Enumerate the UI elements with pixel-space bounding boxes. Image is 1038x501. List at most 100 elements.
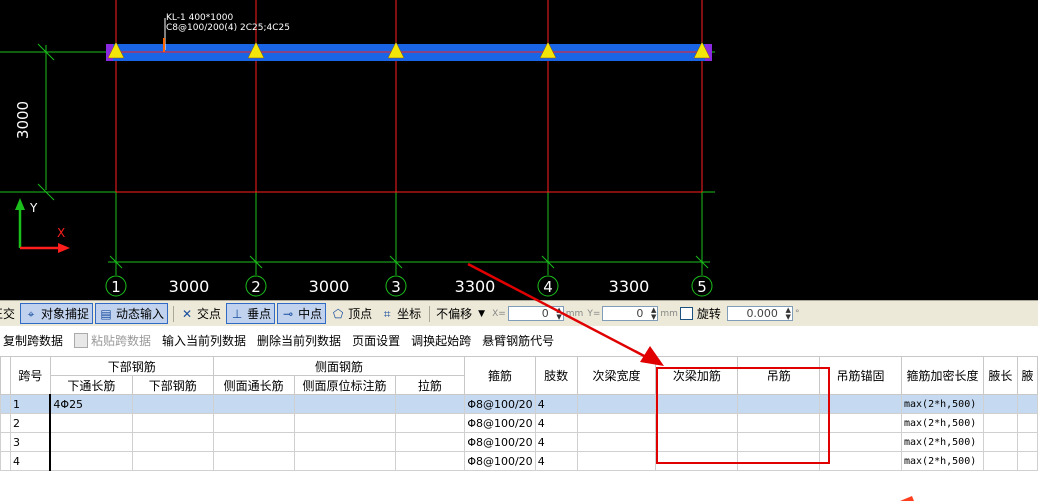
cell-hanger-anchor[interactable] bbox=[819, 432, 902, 452]
cell-extra[interactable] bbox=[1016, 413, 1038, 433]
table-row[interactable]: 3 Φ8@100/20 4 max(2*h,500) bbox=[0, 432, 1038, 452]
x-offset-field[interactable]: 0 ▲ ▼ bbox=[507, 306, 564, 321]
y-offset-field[interactable]: 0 ▲ ▼ bbox=[602, 306, 659, 321]
delete-column-button[interactable]: 删除当前列数据 bbox=[257, 332, 341, 349]
span-table: 跨号 下部钢筋 侧面钢筋 箍筋 肢数 次梁宽度 次梁加筋 吊筋 吊筋锚固 箍筋加… bbox=[0, 356, 1038, 471]
cell-hanger-anchor[interactable] bbox=[819, 451, 902, 471]
span-dim-2: 3000 bbox=[309, 277, 350, 296]
cell-stirrup[interactable]: Φ8@100/20 bbox=[464, 413, 536, 433]
cell-side-original[interactable] bbox=[293, 451, 396, 471]
span-input-grid: 跨号 下部钢筋 侧面钢筋 箍筋 肢数 次梁宽度 次梁加筋 吊筋 吊筋锚固 箍筋加… bbox=[0, 356, 1038, 501]
cell-side-through[interactable] bbox=[212, 394, 295, 414]
cell-sec-beam-width[interactable] bbox=[576, 432, 657, 452]
cell-side-through[interactable] bbox=[212, 413, 295, 433]
spinner-icon[interactable]: ▲ ▼ bbox=[556, 307, 561, 321]
axis-3: 3 bbox=[391, 278, 401, 296]
cell-tie-bar[interactable] bbox=[394, 432, 466, 452]
cell-span-no[interactable]: 3 bbox=[9, 432, 52, 452]
cell-hanger-anchor[interactable] bbox=[819, 413, 902, 433]
cell-haunch-len[interactable] bbox=[982, 413, 1018, 433]
rotate-label: 旋转 bbox=[696, 307, 721, 321]
rotate-checkbox[interactable] bbox=[679, 307, 693, 320]
cell-sec-beam-rebar[interactable] bbox=[655, 432, 739, 452]
cell-tie-bar[interactable] bbox=[394, 413, 466, 433]
cell-bottom-rebar[interactable] bbox=[131, 451, 214, 471]
cell-hanger-anchor[interactable] bbox=[819, 394, 902, 414]
copy-span-button[interactable]: 复制跨数据 bbox=[3, 332, 63, 349]
cell-haunch-len[interactable] bbox=[982, 451, 1018, 471]
cell-side-original[interactable] bbox=[293, 394, 396, 414]
ucs-icon: Y X bbox=[15, 198, 70, 253]
cell-span-no[interactable]: 1 bbox=[9, 394, 52, 414]
cell-dense-len[interactable]: max(2*h,500) bbox=[900, 451, 984, 471]
cell-extra[interactable] bbox=[1016, 432, 1038, 452]
cell-extra[interactable] bbox=[1016, 394, 1038, 414]
paste-span-button[interactable]: 粘贴跨数据 bbox=[74, 332, 151, 349]
cell-legs[interactable]: 4 bbox=[534, 394, 578, 414]
span-dim-1: 3000 bbox=[169, 277, 210, 296]
table-row[interactable]: 1 4Φ25 Φ8@100/20 4 max(2*h,500) bbox=[0, 394, 1038, 414]
cell-sec-beam-width[interactable] bbox=[576, 413, 657, 433]
table-row[interactable]: 2 Φ8@100/20 4 max(2*h,500) bbox=[0, 413, 1038, 433]
object-snap-toggle[interactable]: ⌖ 对象捕捉 bbox=[20, 303, 94, 324]
cell-stirrup[interactable]: Φ8@100/20 bbox=[464, 451, 536, 471]
cell-bottom-through[interactable] bbox=[49, 451, 133, 471]
cell-dense-len[interactable]: max(2*h,500) bbox=[900, 394, 984, 414]
paste-icon bbox=[74, 332, 89, 348]
coordinate-snap[interactable]: ⌗ 坐标 bbox=[377, 304, 424, 323]
cell-stirrup[interactable]: Φ8@100/20 bbox=[464, 432, 536, 452]
cell-dense-len[interactable]: max(2*h,500) bbox=[900, 413, 984, 433]
spinner-icon[interactable]: ▲ ▼ bbox=[786, 307, 791, 321]
cell-sec-beam-width[interactable] bbox=[576, 451, 657, 471]
header-sec-beam-width: 次梁宽度 bbox=[576, 356, 657, 395]
cell-haunch-len[interactable] bbox=[982, 394, 1018, 414]
cell-hanger[interactable] bbox=[737, 432, 821, 452]
midpoint-snap[interactable]: ⊸ 中点 bbox=[277, 303, 327, 324]
cell-dense-len[interactable]: max(2*h,500) bbox=[900, 432, 984, 452]
cell-span-no[interactable]: 4 bbox=[9, 451, 52, 471]
cell-side-through[interactable] bbox=[212, 451, 295, 471]
cell-stirrup[interactable]: Φ8@100/20 bbox=[464, 394, 536, 414]
cell-bottom-rebar[interactable] bbox=[131, 394, 214, 414]
swap-start-span-button[interactable]: 调换起始跨 bbox=[411, 332, 471, 349]
cell-sec-beam-rebar[interactable] bbox=[655, 394, 739, 414]
perpendicular-snap[interactable]: ⊥ 垂点 bbox=[226, 303, 276, 324]
table-row[interactable]: 4 Φ8@100/20 4 max(2*h,500) bbox=[0, 451, 1038, 471]
cell-bottom-through[interactable] bbox=[49, 413, 133, 433]
page-setup-button[interactable]: 页面设置 bbox=[352, 332, 400, 349]
cell-sec-beam-width[interactable] bbox=[576, 394, 657, 414]
table-toolbar: 复制跨数据 粘贴跨数据 输入当前列数据 删除当前列数据 页面设置 调换起始跨 悬… bbox=[0, 326, 1038, 354]
cell-bottom-rebar[interactable] bbox=[131, 432, 214, 452]
intersection-snap[interactable]: ✕ 交点 bbox=[177, 304, 224, 323]
cell-hanger[interactable] bbox=[737, 394, 821, 414]
cell-span-no[interactable]: 2 bbox=[9, 413, 52, 433]
cell-side-original[interactable] bbox=[293, 413, 396, 433]
cell-tie-bar[interactable] bbox=[394, 394, 466, 414]
cell-legs[interactable]: 4 bbox=[534, 413, 578, 433]
cell-extra[interactable] bbox=[1016, 451, 1038, 471]
cell-hanger[interactable] bbox=[737, 413, 821, 433]
dynamic-input-toggle[interactable]: ▤ 动态输入 bbox=[95, 303, 169, 324]
cell-side-through[interactable] bbox=[212, 432, 295, 452]
cell-legs[interactable]: 4 bbox=[534, 432, 578, 452]
rotate-field[interactable]: 0.000 ▲ ▼ bbox=[726, 306, 793, 321]
cell-hanger[interactable] bbox=[737, 451, 821, 471]
spinner-icon[interactable]: ▲ ▼ bbox=[651, 307, 656, 321]
cad-canvas[interactable]: KL-1 400*1000 C8@100/200(4) 2C25;4C25 30… bbox=[0, 0, 1038, 300]
cantilever-code-button[interactable]: 悬臂钢筋代号 bbox=[482, 332, 554, 349]
cell-tie-bar[interactable] bbox=[394, 451, 466, 471]
cell-sec-beam-rebar[interactable] bbox=[655, 413, 739, 433]
cell-sec-beam-rebar[interactable] bbox=[655, 451, 739, 471]
offset-mode-select[interactable]: 不偏移 ▼ bbox=[433, 304, 488, 323]
cell-bottom-rebar[interactable] bbox=[131, 413, 214, 433]
ortho-toggle[interactable]: 正交 bbox=[0, 304, 18, 323]
cell-bottom-through[interactable] bbox=[49, 432, 133, 452]
separator bbox=[429, 305, 431, 322]
header-tie-bar: 拉筋 bbox=[394, 375, 466, 395]
cell-side-original[interactable] bbox=[293, 432, 396, 452]
cell-haunch-len[interactable] bbox=[982, 432, 1018, 452]
cell-bottom-through[interactable]: 4Φ25 bbox=[49, 394, 133, 414]
cell-legs[interactable]: 4 bbox=[534, 451, 578, 471]
input-column-button[interactable]: 输入当前列数据 bbox=[162, 332, 246, 349]
vertex-snap[interactable]: ⬠ 顶点 bbox=[328, 304, 375, 323]
